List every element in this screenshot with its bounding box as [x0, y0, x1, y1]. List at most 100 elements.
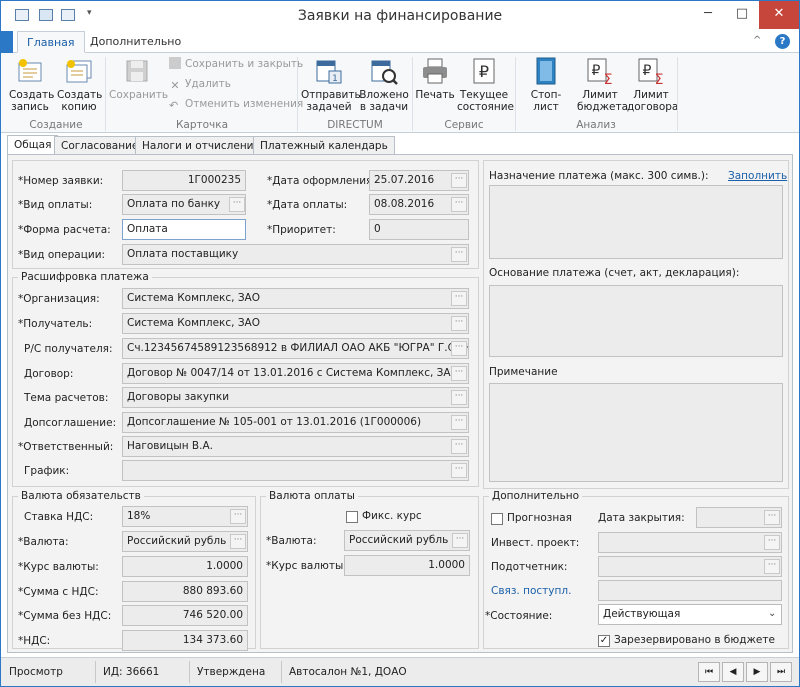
stoplist-button[interactable]: Стоп-лист	[519, 55, 573, 113]
invest-select-icon[interactable]: ···	[764, 535, 780, 550]
schedule-select-icon[interactable]: ···	[451, 463, 467, 478]
save-button[interactable]: Сохранить	[109, 55, 168, 101]
create-record-label: Создать запись	[9, 89, 55, 113]
fixed-rate-checkbox[interactable]	[346, 511, 358, 523]
payment-rate-field[interactable]: 1.0000	[344, 555, 470, 576]
calc-form-field[interactable]: Оплата	[122, 219, 246, 240]
close-button[interactable]: ✕	[759, 1, 799, 29]
tab-general[interactable]: Общая	[7, 135, 59, 155]
subaccount-select-icon[interactable]: ···	[764, 559, 780, 574]
receiver-select-icon[interactable]: ···	[451, 316, 467, 331]
obligation-rate-field[interactable]: 1.0000	[122, 556, 248, 577]
addendum-select-icon[interactable]: ···	[451, 415, 467, 430]
minimize-button[interactable]: ─	[691, 1, 725, 29]
ribbon-tab-bar: Главная Дополнительно ^ ?	[1, 31, 799, 53]
create-record-button[interactable]: Создать запись	[9, 55, 55, 113]
tab-payment-calendar[interactable]: Платежный календарь	[253, 136, 395, 155]
svg-text:₽: ₽	[592, 63, 601, 79]
prev-record-icon[interactable]: ◀	[722, 662, 744, 682]
undo-button[interactable]: ↶ Отменить изменения	[169, 95, 303, 113]
collapse-ribbon-icon[interactable]: ^	[753, 35, 761, 46]
payment-currency-label: *Валюта:	[266, 535, 317, 547]
priority-field[interactable]: 0	[369, 219, 469, 240]
contract-limit-button[interactable]: ₽ Σ Лимит договора	[627, 55, 679, 113]
responsible-value: Наговицын В.А.	[127, 440, 213, 452]
responsible-select-icon[interactable]: ···	[451, 439, 467, 454]
vat-rate-select-icon[interactable]: ···	[230, 509, 246, 524]
fill-purpose-link[interactable]: Заполнить	[728, 170, 787, 182]
basis-textarea[interactable]	[489, 285, 783, 357]
addendum-label: Допсоглашение:	[24, 417, 117, 429]
group-create-label: Создание	[29, 119, 83, 131]
delete-button[interactable]: ✕ Удалить	[169, 75, 231, 93]
subaccount-field[interactable]	[598, 556, 782, 577]
op-type-select-icon[interactable]: ···	[451, 247, 467, 262]
last-record-icon[interactable]: ⏭	[770, 662, 792, 682]
pay-date-label: *Дата оплаты:	[267, 199, 348, 211]
budget-limit-button[interactable]: ₽ Σ Лимит бюджета	[577, 55, 628, 113]
status-separator	[95, 661, 96, 683]
vat-field[interactable]: 134 373.60	[122, 630, 248, 651]
status-id: ИД: 36661	[103, 666, 160, 678]
print-button[interactable]: Печать	[415, 55, 455, 101]
sum-novat-field[interactable]: 746 520.00	[122, 605, 248, 626]
tab-approval[interactable]: Согласование	[54, 136, 146, 155]
topic-field[interactable]: Договоры закупки	[122, 387, 469, 408]
create-copy-button[interactable]: Создать копию	[57, 55, 102, 113]
topic-select-icon[interactable]: ···	[451, 390, 467, 405]
obligation-currency-select-icon[interactable]: ···	[230, 534, 246, 549]
group-card-label: Карточка	[175, 119, 229, 131]
invest-label: Инвест. проект:	[491, 537, 580, 549]
state-select[interactable]: Действующая	[598, 604, 782, 625]
receiver-field[interactable]: Система Комплекс, ЗАО	[122, 313, 469, 334]
contract-select-icon[interactable]: ···	[451, 366, 467, 381]
sum-vat-field[interactable]: 880 893.60	[122, 581, 248, 602]
save-close-button[interactable]: Сохранить и закрыть	[169, 55, 303, 73]
addendum-field[interactable]: Допсоглашение № 105-001 от 13.01.2016 (1…	[122, 412, 469, 433]
close-date-picker-icon[interactable]: ···	[764, 510, 780, 525]
reserved-checkbox[interactable]: ✓	[598, 635, 610, 647]
contract-field[interactable]: Договор № 0047/14 от 13.01.2016 с Систем…	[122, 363, 469, 384]
topic-value: Договоры закупки	[127, 391, 230, 403]
save-close-icon	[169, 57, 181, 69]
account-value: Сч.12345674589123568912 в ФИЛИАЛ ОАО АКБ…	[127, 342, 469, 354]
account-select-icon[interactable]: ···	[451, 341, 467, 356]
addendum-value: Допсоглашение № 105-001 от 13.01.2016 (1…	[127, 416, 422, 428]
payment-rate-label: *Курс валюты:	[266, 560, 347, 572]
maximize-button[interactable]: □	[725, 1, 759, 29]
current-state-label: Текущее состояние	[457, 89, 514, 113]
op-type-field[interactable]: Оплата поставщику	[122, 244, 469, 265]
pay-type-field[interactable]: Оплата по банку	[122, 194, 246, 215]
org-field[interactable]: Система Комплекс, ЗАО	[122, 288, 469, 309]
op-type-value: Оплата поставщику	[127, 248, 239, 260]
org-select-icon[interactable]: ···	[451, 291, 467, 306]
tab-additional[interactable]: Дополнительно	[81, 31, 190, 53]
contract-limit-label: Лимит договора	[627, 89, 679, 113]
linked-receipt-field[interactable]	[598, 580, 782, 601]
request-no-label: *Номер заявки:	[18, 175, 104, 187]
payment-currency-select-icon[interactable]: ···	[452, 533, 468, 548]
chevron-down-icon[interactable]: ⌄	[768, 608, 776, 619]
pay-type-select-icon[interactable]: ···	[229, 197, 245, 212]
reg-date-picker-icon[interactable]: ···	[451, 173, 467, 188]
responsible-field[interactable]: Наговицын В.А.	[122, 436, 469, 457]
pay-date-picker-icon[interactable]: ···	[451, 197, 467, 212]
note-textarea[interactable]	[489, 383, 783, 482]
attached-tasks-button[interactable]: Вложено в задачи	[359, 55, 409, 113]
next-record-icon[interactable]: ▶	[746, 662, 768, 682]
title-bar: ▾ Заявки на финансирование ─ □ ✕	[1, 1, 799, 31]
tab-main[interactable]: Главная	[17, 31, 85, 53]
request-no-field[interactable]: 1Г000235	[122, 170, 246, 191]
help-icon[interactable]: ?	[775, 34, 790, 49]
forecast-checkbox[interactable]	[491, 513, 503, 525]
purpose-textarea[interactable]	[489, 185, 783, 259]
current-state-button[interactable]: ₽ Текущее состояние	[457, 55, 514, 113]
first-record-icon[interactable]: ⏮	[698, 662, 720, 682]
invest-field[interactable]	[598, 532, 782, 553]
schedule-field[interactable]	[122, 460, 469, 481]
account-field[interactable]: Сч.12345674589123568912 в ФИЛИАЛ ОАО АКБ…	[122, 338, 469, 359]
tab-taxes[interactable]: Налоги и отчисления	[135, 136, 267, 155]
receiver-label: *Получатель:	[18, 318, 93, 330]
linked-receipt-link[interactable]: Связ. поступл.	[491, 585, 571, 597]
send-task-button[interactable]: 1 Отправить задачей	[301, 55, 361, 113]
